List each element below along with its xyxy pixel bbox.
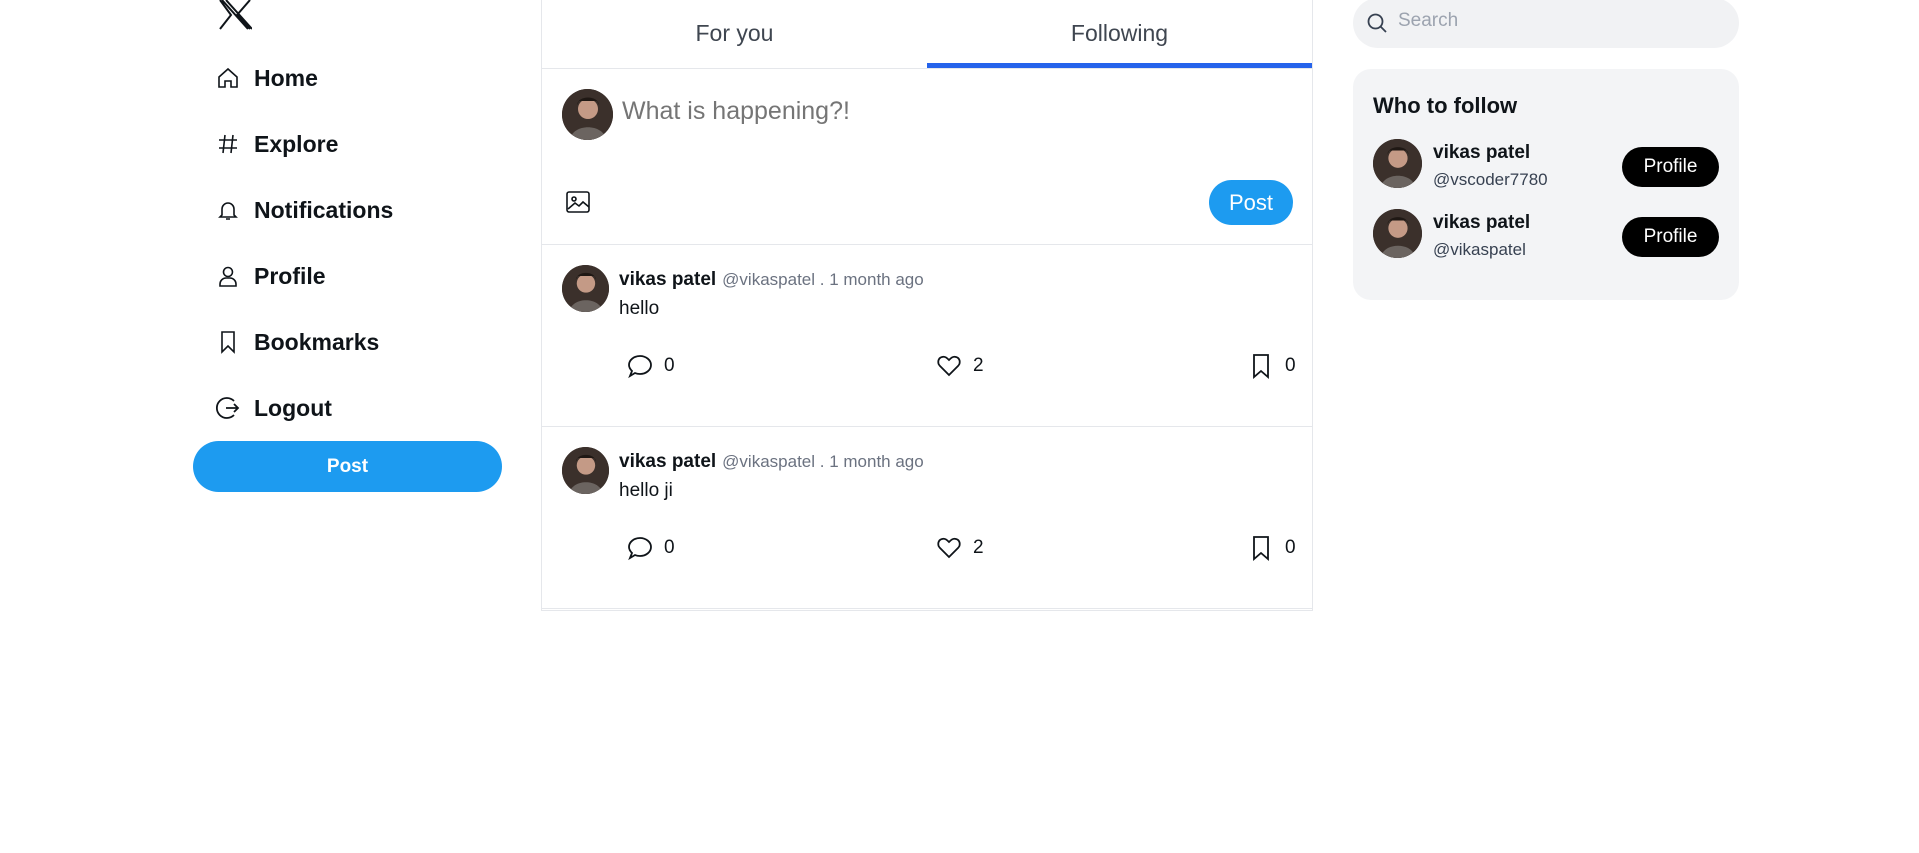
- reply-button[interactable]: 0: [626, 352, 675, 380]
- suggestion-name: vikas patel: [1433, 142, 1531, 163]
- like-button[interactable]: 2: [935, 534, 984, 562]
- avatar[interactable]: [1373, 209, 1422, 258]
- bookmark-count: 0: [1285, 537, 1296, 558]
- logout-icon: [214, 394, 242, 422]
- suggestion-name: vikas patel: [1433, 212, 1531, 233]
- sidebar-item-label: Explore: [254, 130, 339, 157]
- heart-icon: [935, 352, 963, 380]
- profile-button[interactable]: Profile: [1622, 147, 1719, 187]
- follow-suggestion: vikas patel @vscoder7780 Profile: [1373, 139, 1719, 191]
- image-icon[interactable]: [565, 189, 591, 215]
- like-count: 2: [973, 537, 984, 558]
- composer-post-button[interactable]: Post: [1209, 180, 1293, 225]
- bookmark-icon: [214, 328, 242, 356]
- sidebar-item-logout[interactable]: Logout: [214, 388, 332, 428]
- tweet-author-name[interactable]: vikas patel: [619, 451, 716, 473]
- feed-tabs: For you Following: [542, 0, 1312, 69]
- x-logo-icon[interactable]: [218, 0, 253, 30]
- tab-following[interactable]: Following: [927, 0, 1312, 68]
- tweet-meta: @vikaspatel . 1 month ago: [722, 452, 924, 471]
- sidebar-item-label: Home: [254, 64, 318, 91]
- who-to-follow-panel: Who to follow vikas patel @vscoder7780 P…: [1353, 69, 1739, 300]
- search-input[interactable]: [1398, 10, 1718, 32]
- avatar[interactable]: [562, 265, 609, 312]
- tweet-header: vikas patel @vikaspatel . 1 month ago: [619, 269, 924, 291]
- post-composer: Post: [542, 69, 1312, 245]
- sidebar-item-label: Notifications: [254, 196, 394, 223]
- reply-button[interactable]: 0: [626, 534, 675, 562]
- bookmark-icon: [1247, 352, 1275, 380]
- bookmark-count: 0: [1285, 355, 1296, 376]
- avatar[interactable]: [562, 89, 613, 140]
- comment-icon: [626, 352, 654, 380]
- comment-icon: [626, 534, 654, 562]
- tweet-text: hello: [619, 298, 660, 319]
- bookmark-icon: [1247, 534, 1275, 562]
- tab-for-you[interactable]: For you: [542, 0, 927, 68]
- sidebar-item-home[interactable]: Home: [214, 58, 318, 98]
- compose-input[interactable]: [622, 97, 1282, 126]
- sidebar-item-profile[interactable]: Profile: [214, 256, 326, 296]
- feed-column: For you Following Post vikas patel @vika…: [541, 0, 1313, 611]
- sidebar-item-bookmarks[interactable]: Bookmarks: [214, 322, 379, 362]
- search-icon: [1365, 11, 1389, 35]
- tweet-text: hello ji: [619, 480, 673, 501]
- follow-suggestion: vikas patel @vikaspatel Profile: [1373, 209, 1719, 261]
- tweet-item[interactable]: vikas patel @vikaspatel . 1 month ago he…: [542, 245, 1312, 427]
- profile-button[interactable]: Profile: [1622, 217, 1719, 257]
- avatar[interactable]: [1373, 139, 1422, 188]
- heart-icon: [935, 534, 963, 562]
- bell-icon: [214, 196, 242, 224]
- search-box: [1353, 0, 1739, 48]
- bookmark-button[interactable]: 0: [1247, 534, 1296, 562]
- sidebar-item-label: Logout: [254, 394, 332, 421]
- tweet-meta: @vikaspatel . 1 month ago: [722, 270, 924, 289]
- sidebar-post-button[interactable]: Post: [193, 441, 502, 492]
- home-icon: [214, 64, 242, 92]
- tweet-author-name[interactable]: vikas patel: [619, 269, 716, 291]
- sidebar-item-label: Profile: [254, 262, 326, 289]
- reply-count: 0: [664, 537, 675, 558]
- who-to-follow-title: Who to follow: [1373, 93, 1518, 118]
- suggestion-handle: @vikaspatel: [1433, 240, 1526, 259]
- bookmark-button[interactable]: 0: [1247, 352, 1296, 380]
- reply-count: 0: [664, 355, 675, 376]
- like-count: 2: [973, 355, 984, 376]
- hash-icon: [214, 130, 242, 158]
- tweet-item[interactable]: vikas patel @vikaspatel . 1 month ago he…: [542, 427, 1312, 609]
- sidebar-item-explore[interactable]: Explore: [214, 124, 338, 164]
- sidebar-item-label: Bookmarks: [254, 328, 380, 355]
- sidebar-item-notifications[interactable]: Notifications: [214, 190, 393, 230]
- avatar[interactable]: [562, 447, 609, 494]
- like-button[interactable]: 2: [935, 352, 984, 380]
- suggestion-handle: @vscoder7780: [1433, 170, 1548, 189]
- user-icon: [214, 262, 242, 290]
- tweet-header: vikas patel @vikaspatel . 1 month ago: [619, 451, 924, 473]
